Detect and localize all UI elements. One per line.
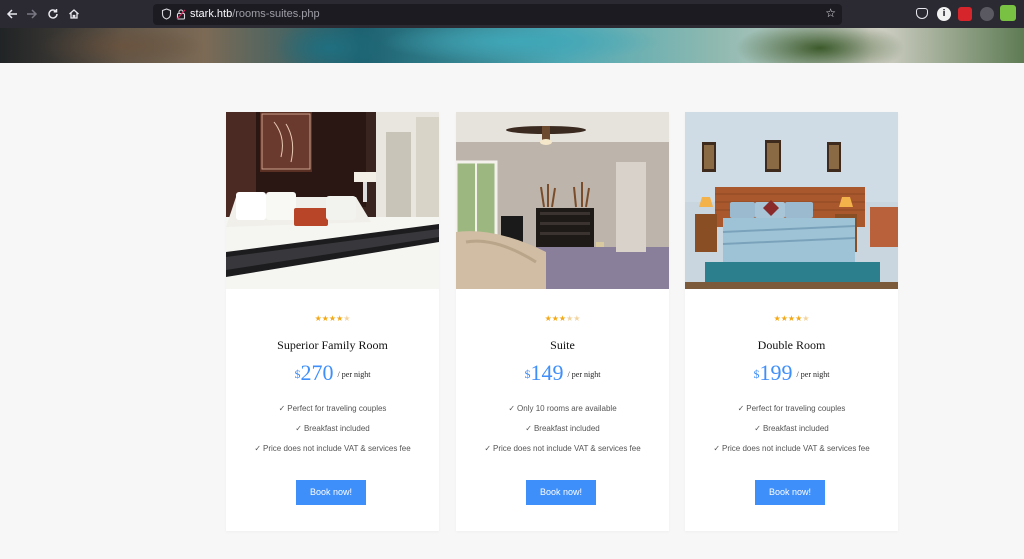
check-icon: ✓ (754, 424, 761, 433)
room-title: Suite (550, 338, 575, 352)
star-icon-filled: ★ (773, 314, 781, 323)
check-icon: ✓ (484, 444, 492, 453)
star-rating: ★★★★★ (226, 314, 439, 324)
check-icon: ✓ (737, 404, 745, 413)
feature-list: ✓ Only 10 rooms are available ✓ Breakfast … (456, 404, 669, 464)
hero-banner-image (0, 28, 1024, 63)
room-price: $270 / per night (226, 360, 439, 386)
url-host: stark.htb (190, 8, 233, 20)
reload-icon (48, 9, 58, 19)
check-icon: ✓ (254, 444, 262, 453)
bookmark-star-icon[interactable]: ☆ (825, 6, 836, 20)
feature-item: ✓ Price does not include VAT & services f… (254, 444, 411, 453)
room-card-suite: ★★★★★ Suite $149 / per night ✓ Only 10 ro… (456, 112, 669, 531)
arrow-right-icon (27, 9, 38, 19)
url-path: /rooms-suites.php (232, 8, 320, 20)
shield-icon[interactable] (159, 7, 173, 21)
price-period: / per night (337, 370, 371, 379)
room-image (456, 112, 669, 289)
feature-list: ✓ Perfect for traveling couples ✓ Breakfas… (685, 404, 898, 464)
room-price: $149 / per night (456, 360, 669, 386)
feature-list: ✓ Perfect for traveling couples ✓ Breakfas… (226, 404, 439, 464)
star-rating: ★★★★★ (685, 314, 898, 324)
star-icon-filled: ★ (544, 314, 552, 323)
star-icon-filled: ★ (558, 314, 567, 323)
back-button[interactable] (1, 3, 23, 25)
room-image (685, 112, 898, 289)
check-icon: ✓ (713, 444, 721, 453)
home-button[interactable] (63, 3, 85, 25)
feature-item: ✓ Price does not include VAT & services f… (713, 444, 870, 453)
star-icon-empty: ★ (343, 314, 351, 323)
check-icon: ✓ (278, 404, 286, 413)
star-icon-filled: ★ (314, 314, 322, 323)
feature-item: ✓ Breakfast included (525, 424, 600, 433)
room-card-double: ★★★★★ Double Room $199 / per night ✓ Perf… (685, 112, 898, 531)
star-icon-filled: ★ (321, 314, 329, 323)
feature-item: ✓ Perfect for traveling couples (278, 404, 387, 413)
book-now-button[interactable]: Book now! (755, 480, 825, 505)
url-text: stark.htb/rooms-suites.php (190, 7, 320, 22)
feature-item: ✓ Breakfast included (295, 424, 370, 433)
star-icon-empty: ★ (802, 314, 810, 323)
room-title: Superior Family Room (277, 338, 388, 352)
star-icon-filled: ★ (551, 314, 559, 323)
browser-toolbar: stark.htb/rooms-suites.php ☆ i (0, 0, 1024, 28)
red-extension-icon[interactable] (958, 7, 972, 21)
feature-item: ✓ Price does not include VAT & services f… (484, 444, 641, 453)
room-image (226, 112, 439, 289)
room-price: $199 / per night (685, 360, 898, 386)
info-extension-icon[interactable]: i (937, 7, 951, 21)
green-extension-icon[interactable] (1000, 5, 1016, 21)
home-icon (69, 9, 79, 19)
arrow-left-icon (6, 9, 17, 19)
star-icon-filled: ★ (787, 314, 796, 323)
price-period: / per night (567, 370, 601, 379)
check-icon: ✓ (508, 404, 516, 413)
book-now-button[interactable]: Book now! (296, 480, 366, 505)
lock-icon[interactable] (174, 7, 188, 21)
puzzle-extension-icon[interactable] (980, 7, 994, 21)
price-period: / per night (796, 370, 830, 379)
price-amount: 149 (530, 360, 564, 385)
room-title: Double Room (757, 338, 826, 352)
star-icon-empty: ★ (573, 314, 581, 323)
room-card-superior-family: ★★★★★ Superior Family Room $270 / per ni… (226, 112, 439, 531)
address-bar[interactable]: stark.htb/rooms-suites.php ☆ (153, 4, 842, 25)
star-icon-filled: ★ (780, 314, 788, 323)
price-amount: 270 (300, 360, 334, 385)
price-amount: 199 (759, 360, 793, 385)
star-rating: ★★★★★ (456, 314, 669, 324)
feature-item: ✓ Breakfast included (754, 424, 829, 433)
reload-button[interactable] (42, 3, 64, 25)
feature-item: ✓ Only 10 rooms are available (508, 404, 617, 413)
feature-item: ✓ Perfect for traveling couples (737, 404, 846, 413)
forward-button[interactable] (21, 3, 43, 25)
check-icon: ✓ (295, 424, 302, 433)
star-icon-filled: ★ (328, 314, 337, 323)
pocket-icon[interactable] (916, 8, 928, 19)
book-now-button[interactable]: Book now! (526, 480, 596, 505)
check-icon: ✓ (525, 424, 532, 433)
